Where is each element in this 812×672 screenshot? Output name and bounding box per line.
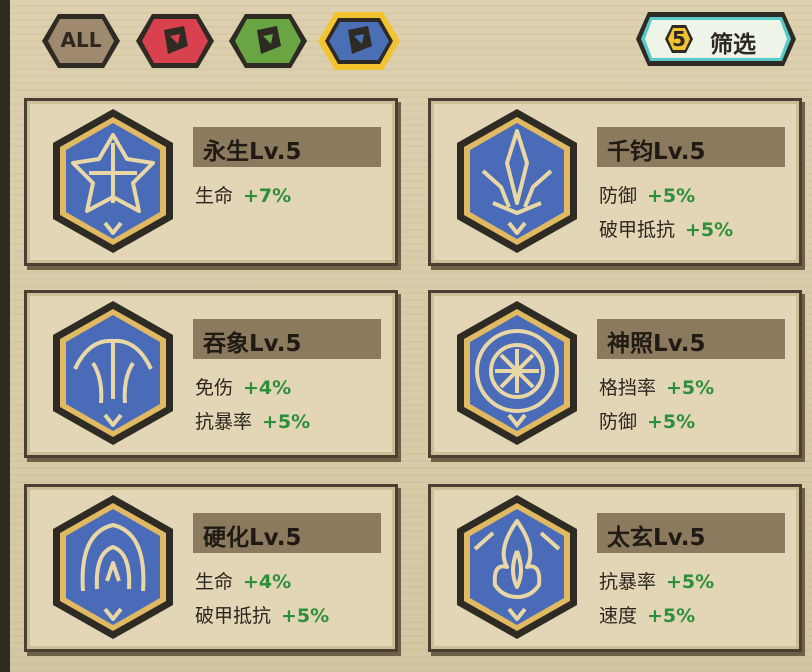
rune-name: 千钧Lv.5: [607, 139, 706, 165]
stat-label: 破甲抵抗: [599, 219, 676, 241]
rune-name-bar: 永生Lv.5: [193, 127, 381, 167]
rune-card[interactable]: 硬化Lv.5 生命 +4% 破甲抵抗 +5%: [24, 484, 398, 652]
blue-crystal-icon: [318, 12, 400, 70]
stat-value: +5%: [281, 605, 330, 627]
stat-label: 抗暴率: [599, 571, 657, 593]
stat-value: +5%: [262, 411, 311, 433]
rune-name: 永生Lv.5: [203, 139, 302, 165]
stat-label: 格挡率: [599, 377, 657, 399]
filter-all-button[interactable]: ALL: [40, 10, 122, 72]
rune-card[interactable]: 神照Lv.5 格挡率 +5% 防御 +5%: [428, 290, 802, 458]
filter-all-label: ALL: [60, 28, 102, 52]
rune-name: 吞象Lv.5: [203, 331, 302, 357]
filter-green-button[interactable]: [227, 10, 309, 72]
rune-card[interactable]: 永生Lv.5 生命 +7%: [24, 98, 398, 266]
stat-row: 破甲抵抗 +5%: [599, 215, 733, 242]
trident-icon: [453, 107, 581, 255]
rune-card[interactable]: 千钧Lv.5 防御 +5% 破甲抵抗 +5%: [428, 98, 802, 266]
stat-label: 防御: [599, 185, 638, 207]
filter-label: 筛选: [710, 32, 756, 58]
stat-row: 防御 +5%: [599, 407, 695, 434]
stat-row: 防御 +5%: [599, 181, 695, 208]
filter-count-badge: 5: [664, 24, 694, 54]
rune-name: 硬化Lv.5: [203, 525, 302, 551]
radiant-wheel-icon: [453, 299, 581, 447]
filter-red-button[interactable]: [134, 10, 216, 72]
filter-blue-button-selected[interactable]: [318, 10, 400, 72]
stat-value: +5%: [685, 219, 734, 241]
elephant-head-icon: [49, 299, 177, 447]
stat-label: 速度: [599, 605, 638, 627]
stat-row: 格挡率 +5%: [599, 373, 714, 400]
green-crystal-icon: [229, 14, 307, 68]
stat-row: 抗暴率 +5%: [195, 407, 310, 434]
stat-value: +4%: [243, 571, 292, 593]
rune-card[interactable]: 太玄Lv.5 抗暴率 +5% 速度 +5%: [428, 484, 802, 652]
rune-name-bar: 硬化Lv.5: [193, 513, 381, 553]
stat-row: 速度 +5%: [599, 601, 695, 628]
stat-label: 抗暴率: [195, 411, 253, 433]
stat-value: +5%: [666, 571, 715, 593]
rune-name: 神照Lv.5: [607, 331, 706, 357]
rune-name-bar: 千钧Lv.5: [597, 127, 785, 167]
rune-name: 太玄Lv.5: [607, 525, 706, 551]
stat-label: 防御: [599, 411, 638, 433]
stat-value: +5%: [666, 377, 715, 399]
rune-name-bar: 吞象Lv.5: [193, 319, 381, 359]
rune-name-bar: 太玄Lv.5: [597, 513, 785, 553]
rune-name-bar: 神照Lv.5: [597, 319, 785, 359]
stat-label: 生命: [195, 571, 234, 593]
stat-row: 生命 +7%: [195, 181, 291, 208]
stat-row: 抗暴率 +5%: [599, 567, 714, 594]
stat-value: +7%: [243, 185, 292, 207]
stat-row: 破甲抵抗 +5%: [195, 601, 329, 628]
stat-value: +4%: [243, 377, 292, 399]
stat-value: +5%: [647, 411, 696, 433]
red-crystal-icon: [136, 14, 214, 68]
left-border: [0, 0, 10, 672]
stat-value: +5%: [647, 185, 696, 207]
game-background: ALL 5 筛选 永生Lv.5 生命 +7% 千钧Lv.5 防御 +5% 破甲抵…: [0, 0, 812, 672]
flame-icon: [453, 493, 581, 641]
stat-row: 生命 +4%: [195, 567, 291, 594]
stat-label: 破甲抵抗: [195, 605, 272, 627]
stat-row: 免伤 +4%: [195, 373, 291, 400]
stat-label: 免伤: [195, 377, 234, 399]
stat-label: 生命: [195, 185, 234, 207]
filter-button[interactable]: 5 筛选: [634, 8, 798, 70]
rune-card[interactable]: 吞象Lv.5 免伤 +4% 抗暴率 +5%: [24, 290, 398, 458]
filter-count: 5: [672, 27, 686, 51]
stat-value: +5%: [647, 605, 696, 627]
hooded-figure-icon: [49, 493, 177, 641]
spiked-star-icon: [49, 107, 177, 255]
